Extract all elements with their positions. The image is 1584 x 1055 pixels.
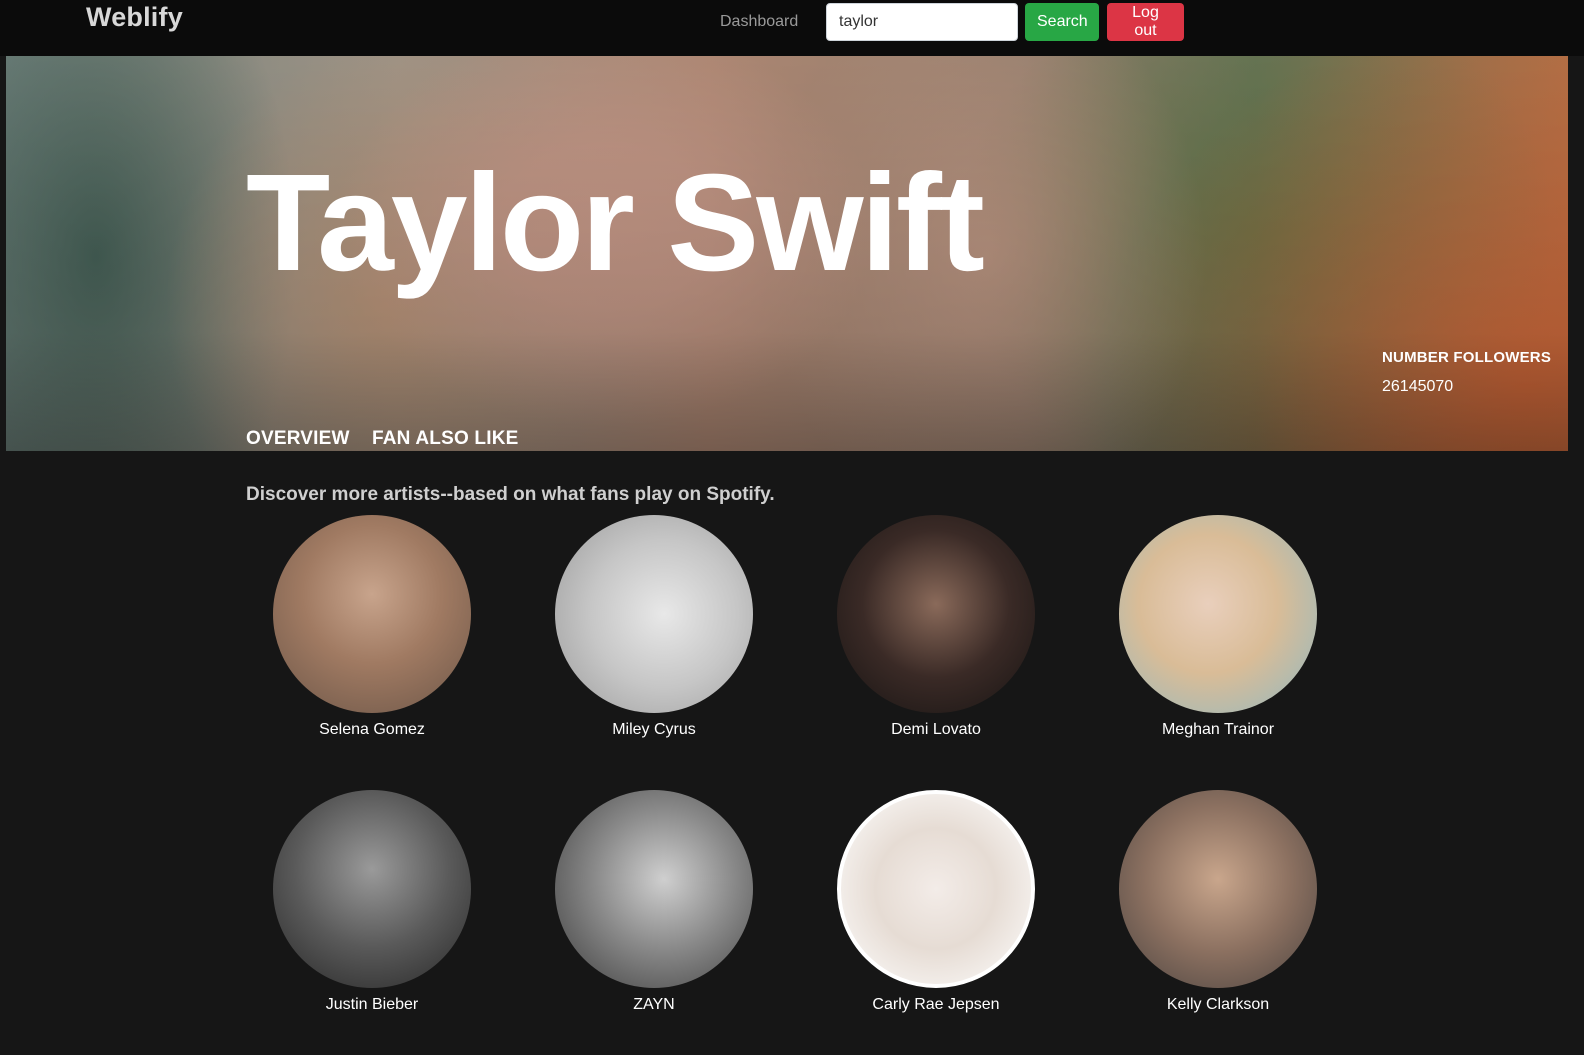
artist-card-demi-lovato[interactable]: Demi Lovato bbox=[816, 515, 1056, 765]
artist-card-name[interactable]: Kelly Clarkson bbox=[1098, 996, 1338, 1014]
artist-card-name[interactable]: Justin Bieber bbox=[252, 996, 492, 1014]
artist-avatar[interactable] bbox=[837, 515, 1035, 713]
artist-card-name[interactable]: Selena Gomez bbox=[252, 721, 492, 739]
artist-avatar[interactable] bbox=[837, 790, 1035, 988]
artist-card-selena-gomez[interactable]: Selena Gomez bbox=[252, 515, 492, 765]
artist-card-justin-bieber[interactable]: Justin Bieber bbox=[252, 790, 492, 1040]
artist-card-zayn[interactable]: ZAYN bbox=[534, 790, 774, 1040]
artist-avatar[interactable] bbox=[273, 515, 471, 713]
artist-card-kelly-clarkson[interactable]: Kelly Clarkson bbox=[1098, 790, 1338, 1040]
artist-card-miley-cyrus[interactable]: Miley Cyrus bbox=[534, 515, 774, 765]
artist-card-carly-rae-jepsen[interactable]: Carly Rae Jepsen bbox=[816, 790, 1056, 1040]
artist-card-name[interactable]: Miley Cyrus bbox=[534, 721, 774, 739]
artist-avatar[interactable] bbox=[273, 790, 471, 988]
artist-avatar[interactable] bbox=[1119, 515, 1317, 713]
artist-card-name[interactable]: Demi Lovato bbox=[816, 721, 1056, 739]
related-artists-grid: Selena Gomez Miley Cyrus Demi Lovato Meg… bbox=[0, 0, 1584, 1055]
artist-card-name[interactable]: Meghan Trainor bbox=[1098, 721, 1338, 739]
artist-avatar[interactable] bbox=[555, 790, 753, 988]
artist-card-name[interactable]: Carly Rae Jepsen bbox=[816, 996, 1056, 1014]
artist-card-name[interactable]: ZAYN bbox=[534, 996, 774, 1014]
artist-avatar[interactable] bbox=[1119, 790, 1317, 988]
artist-card-meghan-trainor[interactable]: Meghan Trainor bbox=[1098, 515, 1338, 765]
artist-avatar[interactable] bbox=[555, 515, 753, 713]
